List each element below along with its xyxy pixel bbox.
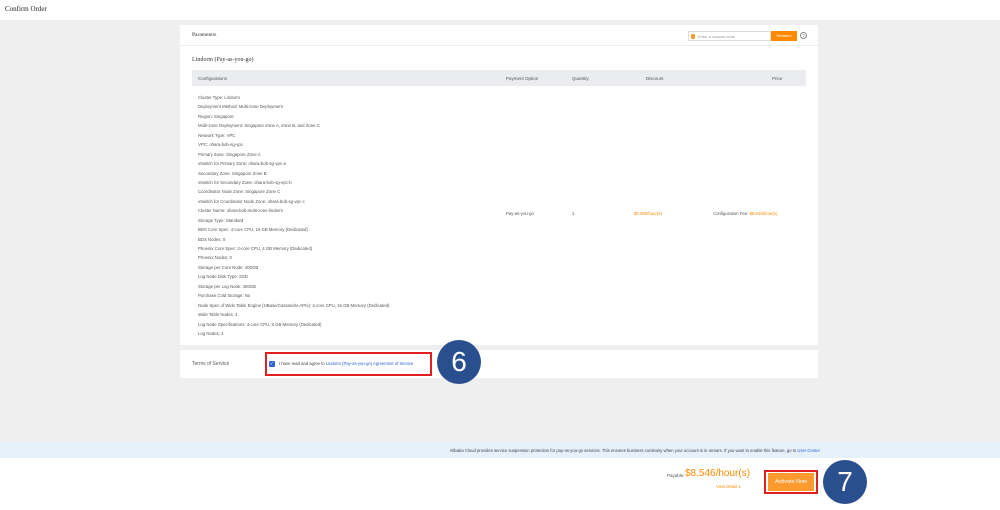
payable-amount: $8.546/hour(s) (685, 468, 751, 479)
configuration-item: Primary Zone: Singapore Zone A (198, 151, 261, 157)
col-price: Price (772, 76, 783, 81)
configuration-item: BDS Core Spec: 4-core CPU, 16 GB Memory … (198, 227, 308, 233)
configuration-item: Purchase Cold Storage: No (198, 293, 251, 299)
configuration-item: Wide Table Nodes: 4 (198, 312, 238, 318)
suspension-notice: Alibaba Cloud provides service suspensio… (0, 442, 1000, 458)
coupon-placeholder: Enter a coupon code (698, 34, 735, 39)
parameters-card: Parameters Enter a coupon code Redeem ? … (180, 25, 818, 345)
product-title: Lindorm (Pay-as-you-go) (192, 57, 254, 63)
configuration-item: Storage Type: Standard (198, 217, 244, 223)
configuration-item: Log Node Specifications: 4-core CPU, 8 G… (198, 321, 322, 327)
configuration-item: vSwitch for Secondary Zone: ohara-bob-sg… (198, 179, 292, 185)
activate-now-button[interactable]: Activate Now (768, 473, 814, 491)
configuration-item: BDS Nodes: 0 (198, 236, 226, 242)
configuration-item: Deployment Method: Multi-zone Deployment (198, 104, 283, 110)
terms-label: Terms of Service (192, 361, 230, 367)
agree-label: I have read and agree to (279, 361, 325, 366)
step-badge-7: 7 (823, 460, 867, 504)
price-value: $8.546/hour(s) (749, 211, 778, 216)
table-header: Configurations Payment Option Quantity D… (192, 70, 806, 86)
redeem-button[interactable]: Redeem (771, 31, 797, 41)
price-cell: Configuration Fee: $8.546/hour(s) (713, 211, 778, 216)
view-detail-link[interactable]: View Detail ∨ (716, 484, 741, 489)
configuration-item: Phoenix Core Spec: 2-core CPU, 4 GB Memo… (198, 246, 313, 251)
coupon-icon (691, 34, 695, 39)
configuration-item: Cluster Name: ohara-bob-multi-zone-lindo… (198, 208, 284, 214)
discount-value: $0.000/hour(s) (634, 211, 662, 216)
configuration-item: Region: Singapore (198, 113, 234, 119)
configuration-item: Coordinator Node Zone: Singapore Zone C (198, 189, 281, 195)
agree-text: I have read and agree to Lindorm (Pay-as… (279, 361, 413, 366)
page-title: Confirm Order (5, 5, 47, 13)
configuration-item: VPC: ohara-bob-sg-vpc (198, 142, 243, 148)
payment-option-value: Pay-as-you-go (506, 211, 534, 216)
configuration-list: Cluster Type: Lindorm Deployment Method: … (198, 93, 389, 338)
configuration-item: Storage per Log Node: 400GB (198, 283, 257, 289)
help-icon[interactable]: ? (800, 32, 807, 39)
step-badge-6: 6 (437, 340, 481, 384)
col-discount: Discount (646, 76, 664, 81)
configuration-item: Network Type: VPC (198, 132, 236, 138)
configuration-item: Cluster Type: Lindorm (198, 95, 240, 100)
configuration-item: vSwitch for Coordinator Node Zone: ohara… (198, 198, 305, 204)
top-bar: Confirm Order (0, 0, 1000, 20)
quantity-value: 1 (572, 211, 575, 216)
payable-label: Payable: (667, 473, 685, 478)
configuration-item: vSwitch for Primary Zone: ohara-bob-sg-v… (198, 161, 286, 167)
configuration-item: Phoenix Nodes: 0 (198, 255, 232, 261)
configuration-item: Node Spec of Wide Table Engine (HBase/Ca… (198, 302, 390, 308)
configuration-item: Multi-zone Deployment: Singapore Zone A,… (198, 123, 320, 129)
configuration-item: Secondary Zone: Singapore Zone B (198, 170, 267, 176)
agreement-link[interactable]: Lindorm (Pay-as-you-go) Agreement of Ser… (326, 361, 414, 366)
configuration-item: Storage per Core Node: 400GB (198, 264, 259, 270)
parameters-header: Parameters Enter a coupon code Redeem ? (180, 25, 818, 46)
price-label: Configuration Fee: (713, 211, 749, 216)
configuration-item: Log Nodes: 4 (198, 330, 224, 336)
agree-checkbox[interactable]: ✓ (269, 361, 275, 367)
col-payment-option: Payment Option (506, 76, 539, 81)
coupon-input[interactable]: Enter a coupon code (688, 31, 771, 41)
parameters-label: Parameters (192, 32, 217, 38)
col-quantity: Quantity (572, 76, 589, 81)
notice-text: Alibaba Cloud provides service suspensio… (449, 448, 797, 453)
col-configurations: Configurations (198, 76, 228, 81)
user-center-link[interactable]: User Center (797, 448, 820, 453)
configuration-item: Log Node Disk Type: SSD (198, 274, 248, 280)
